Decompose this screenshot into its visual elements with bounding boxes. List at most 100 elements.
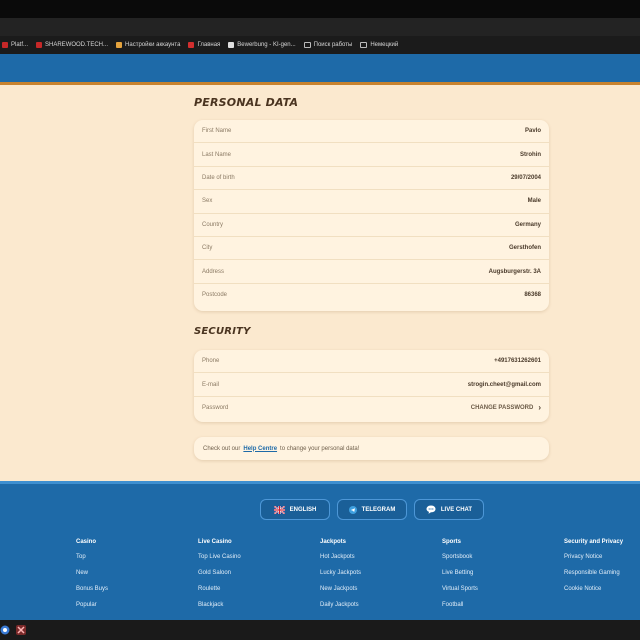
- footer-link[interactable]: Top: [76, 554, 108, 570]
- bookmark-label: Настройки аккаунта: [125, 42, 181, 48]
- bookmark-item[interactable]: Platf...: [2, 42, 28, 48]
- browser-title-bar: [0, 0, 640, 18]
- footer-column-heading: Sports: [442, 539, 462, 545]
- note-text-after: to change your personal data!: [280, 445, 360, 452]
- field-row-phone: Phone +4917631262601: [194, 350, 549, 374]
- field-row-city: City Gersthofen: [194, 237, 549, 261]
- field-row-sex: Sex Male: [194, 190, 549, 214]
- footer-column-heading: Security and Privacy: [564, 539, 624, 545]
- field-label: First Name: [202, 128, 232, 135]
- footer-column-heading: Casino: [76, 539, 97, 545]
- footer-link[interactable]: Privacy Notice: [564, 554, 623, 570]
- field-value: strogin.cheet@gmail.com: [467, 381, 541, 388]
- field-row-first-name: First Name Pavlo: [194, 120, 549, 144]
- field-label: Last Name: [202, 151, 232, 158]
- footer-link[interactable]: Popular: [76, 602, 108, 618]
- bookmark-item[interactable]: Главная: [188, 42, 220, 48]
- footer-link[interactable]: Live Betting: [442, 570, 478, 586]
- language-button-label: ENGLISH: [289, 506, 317, 513]
- personal-data-title: PERSONAL DATA: [194, 96, 299, 109]
- footer-link[interactable]: Gold Saloon: [198, 570, 241, 586]
- chat-bubble-icon: [426, 505, 436, 514]
- footer-link[interactable]: Blackjack: [198, 602, 241, 618]
- field-label: City: [202, 245, 213, 252]
- footer-link[interactable]: Top Live Casino: [198, 554, 241, 570]
- change-password-label: CHANGE PASSWORD: [470, 405, 534, 412]
- field-label: Country: [202, 221, 224, 228]
- live-chat-button-label: LIVE CHAT: [440, 506, 473, 513]
- note-text-before: Check out our: [203, 445, 241, 452]
- footer-column-casino: Casino Top New Bonus Buys Popular: [76, 539, 108, 618]
- help-centre-link[interactable]: Help Centre: [243, 446, 277, 452]
- footer-link[interactable]: Football: [442, 602, 478, 618]
- site-icon: [2, 42, 8, 48]
- footer-link[interactable]: Hot Jackpots: [320, 554, 361, 570]
- bookmark-folder[interactable]: Поиск работы: [303, 42, 353, 48]
- footer-column-sports: Sports Sportsbook Live Betting Virtual S…: [442, 539, 478, 618]
- field-value: Strohin: [520, 151, 541, 158]
- footer-link[interactable]: Responsible Gaming: [564, 570, 623, 586]
- field-row-postcode: Postcode 86368: [194, 284, 549, 307]
- footer-link[interactable]: Virtual Sports: [442, 586, 478, 602]
- footer-link[interactable]: Daily Jackpots: [320, 602, 361, 618]
- field-label: Date of birth: [202, 174, 235, 181]
- help-centre-note: Check out our Help Centre to change your…: [194, 437, 549, 460]
- bookmark-label: Bewerbung - KI-gen...: [237, 42, 296, 48]
- field-value: 86368: [524, 292, 541, 299]
- field-row-country: Country Germany: [194, 214, 549, 237]
- os-taskbar: [0, 620, 640, 640]
- personal-data-card: First Name Pavlo Last Name Strohin Date …: [194, 120, 549, 311]
- change-password-button[interactable]: CHANGE PASSWORD ›: [471, 404, 541, 412]
- footer-column-live-casino: Live Casino Top Live Casino Gold Saloon …: [198, 539, 241, 618]
- bookmarks-bar: Platf... SHAREWOOD.TECH... Настройки акк…: [0, 36, 640, 54]
- site-icon: [116, 42, 123, 48]
- bookmark-label: Поиск работы: [313, 42, 353, 48]
- bookmark-item[interactable]: Bewerbung - KI-gen...: [228, 42, 296, 48]
- browser-icon[interactable]: [0, 625, 10, 635]
- field-row-email: E-mail strogin.cheet@gmail.com: [194, 373, 549, 397]
- footer-column-heading: Jackpots: [320, 539, 347, 545]
- footer-link[interactable]: Sportsbook: [442, 554, 478, 570]
- telegram-button[interactable]: TELEGRAM: [337, 499, 407, 520]
- language-button[interactable]: ENGLISH: [260, 499, 330, 520]
- bookmark-folder[interactable]: Немецкий: [360, 42, 398, 48]
- site-header: [0, 54, 640, 85]
- telegram-icon: [348, 505, 357, 514]
- field-label: Password: [202, 405, 229, 412]
- footer-link[interactable]: New Jackpots: [320, 586, 361, 602]
- app-icon[interactable]: [16, 625, 26, 635]
- folder-icon: [360, 42, 368, 48]
- footer-link[interactable]: Roulette: [198, 586, 241, 602]
- chevron-right-icon: ›: [538, 403, 541, 413]
- footer-column-heading: Live Casino: [198, 539, 232, 545]
- telegram-button-label: TELEGRAM: [361, 506, 396, 513]
- security-card: Phone +4917631262601 E-mail strogin.chee…: [194, 350, 549, 422]
- bookmark-item[interactable]: SHAREWOOD.TECH...: [36, 42, 108, 48]
- site-icon: [36, 42, 43, 48]
- field-row-password[interactable]: Password CHANGE PASSWORD ›: [194, 397, 549, 420]
- field-value: Augsburgerstr. 3A: [488, 268, 541, 275]
- live-chat-button[interactable]: LIVE CHAT: [414, 499, 484, 520]
- footer-link[interactable]: New: [76, 570, 108, 586]
- field-value: +4917631262601: [494, 358, 541, 365]
- field-value: 29/07/2004: [510, 174, 541, 181]
- field-value: Pavlo: [524, 128, 541, 135]
- footer-link[interactable]: Lucky Jackpots: [320, 570, 361, 586]
- field-value: Gersthofen: [508, 245, 541, 252]
- footer-link[interactable]: Cookie Notice: [564, 586, 623, 602]
- footer-column-security-privacy: Security and Privacy Privacy Notice Resp…: [564, 539, 623, 602]
- site-icon: [228, 42, 235, 48]
- bookmark-label: Platf...: [11, 42, 29, 48]
- field-label: Sex: [202, 198, 213, 205]
- footer-link[interactable]: Bonus Buys: [76, 586, 108, 602]
- footer-column-jackpots: Jackpots Hot Jackpots Lucky Jackpots New…: [320, 539, 361, 618]
- field-label: Postcode: [202, 292, 228, 299]
- site-footer: ENGLISH TELEGRAM LIVE CHAT Casino Top Ne…: [0, 481, 640, 620]
- bookmark-item[interactable]: Настройки аккаунта: [116, 42, 180, 48]
- security-title: SECURITY: [194, 326, 251, 337]
- bookmark-label: Немецкий: [370, 42, 399, 48]
- bookmark-label: SHAREWOOD.TECH...: [45, 42, 109, 48]
- field-row-last-name: Last Name Strohin: [194, 143, 549, 167]
- browser-tab-strip: [0, 18, 640, 36]
- field-row-address: Address Augsburgerstr. 3A: [194, 260, 549, 284]
